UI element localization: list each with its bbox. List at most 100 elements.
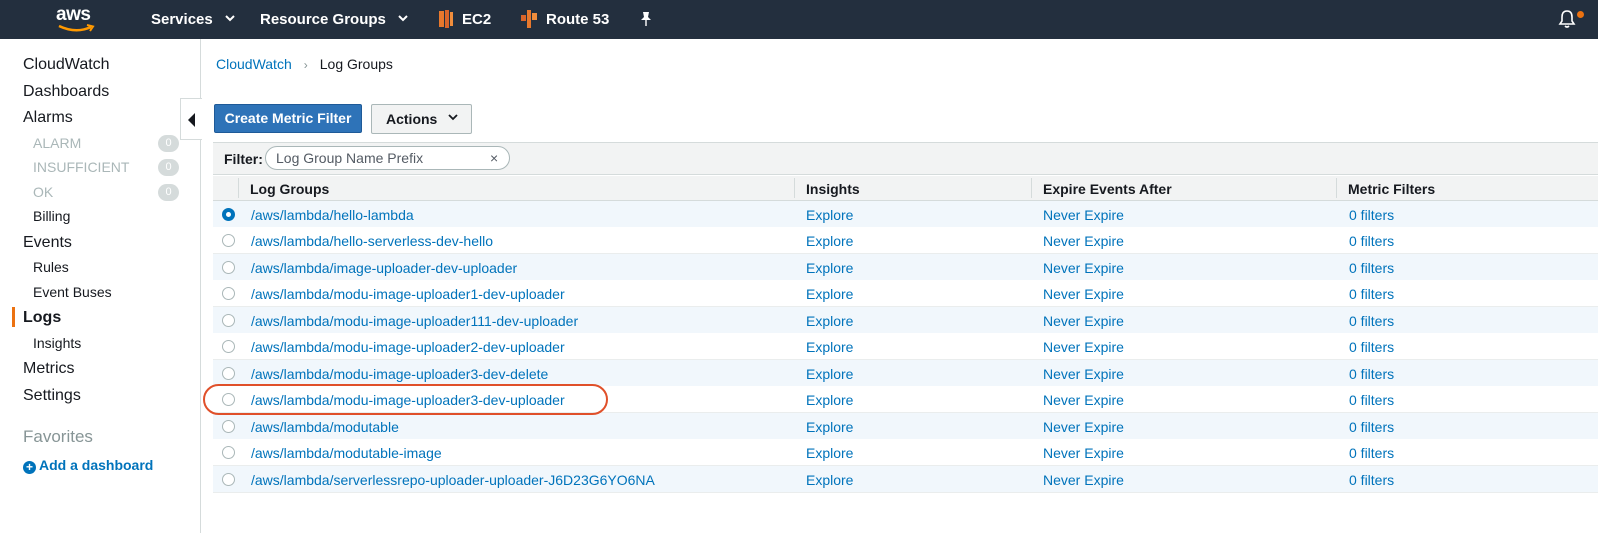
- insights-explore-link[interactable]: Explore: [806, 366, 853, 382]
- row-radio-button[interactable]: [222, 446, 235, 459]
- insights-explore-link[interactable]: Explore: [806, 392, 853, 408]
- row-radio-button[interactable]: [222, 261, 235, 274]
- log-group-name-link[interactable]: /aws/lambda/modu-image-uploader1-dev-upl…: [251, 286, 565, 302]
- expire-events-link[interactable]: Never Expire: [1043, 286, 1124, 302]
- sidebar-item-dashboards[interactable]: Dashboards: [23, 83, 109, 101]
- notifications-bell-icon[interactable]: [1558, 9, 1576, 29]
- row-radio-button[interactable]: [222, 340, 235, 353]
- insights-explore-link[interactable]: Explore: [806, 445, 853, 461]
- metric-filters-link[interactable]: 0 filters: [1349, 472, 1394, 488]
- expire-events-link[interactable]: Never Expire: [1043, 392, 1124, 408]
- expire-events-link[interactable]: Never Expire: [1043, 207, 1124, 223]
- sidebar-item-metrics[interactable]: Metrics: [23, 360, 75, 378]
- row-radio-button[interactable]: [222, 314, 235, 327]
- row-radio-button[interactable]: [222, 234, 235, 247]
- sidebar-item-billing[interactable]: Billing: [33, 208, 70, 224]
- ec2-shortcut[interactable]: EC2: [462, 11, 491, 28]
- table-row[interactable]: /aws/lambda/hello-lambda Explore Never Exp…: [213, 201, 1598, 228]
- log-group-name-link[interactable]: /aws/lambda/image-uploader-dev-uploader: [251, 260, 517, 276]
- sidebar-item-events[interactable]: Events: [23, 234, 72, 252]
- metric-filters-link[interactable]: 0 filters: [1349, 339, 1394, 355]
- log-group-name-link[interactable]: /aws/lambda/modutable-image: [251, 445, 442, 461]
- table-row[interactable]: /aws/lambda/image-uploader-dev-uploader E…: [213, 254, 1598, 281]
- table-row[interactable]: /aws/lambda/modu-image-uploader2-dev-upl…: [213, 333, 1598, 360]
- insights-explore-link[interactable]: Explore: [806, 260, 853, 276]
- table-row[interactable]: /aws/lambda/modu-image-uploader3-dev-del…: [213, 360, 1598, 387]
- log-group-name-link[interactable]: /aws/lambda/serverlessrepo-uploader-uplo…: [251, 472, 655, 488]
- table-row[interactable]: /aws/lambda/hello-serverless-dev-hello Ex…: [213, 227, 1598, 254]
- breadcrumb-cloudwatch-link[interactable]: CloudWatch: [216, 56, 292, 72]
- insights-explore-link[interactable]: Explore: [806, 286, 853, 302]
- column-header-expire-events-after[interactable]: Expire Events After: [1043, 181, 1172, 197]
- add-dashboard-link[interactable]: + Add a dashboard: [23, 457, 153, 474]
- table-row[interactable]: /aws/lambda/modutable Explore Never Expire…: [213, 413, 1598, 440]
- table-row[interactable]: /aws/lambda/modutable-image Explore Never …: [213, 439, 1598, 466]
- log-group-name-link[interactable]: /aws/lambda/hello-lambda: [251, 207, 414, 223]
- insights-explore-link[interactable]: Explore: [806, 313, 853, 329]
- log-group-name-link[interactable]: /aws/lambda/modu-image-uploader3-dev-upl…: [251, 392, 565, 408]
- services-label: Services: [151, 11, 213, 28]
- metric-filters-link[interactable]: 0 filters: [1349, 313, 1394, 329]
- metric-filters-link[interactable]: 0 filters: [1349, 286, 1394, 302]
- resource-groups-menu[interactable]: Resource Groups: [260, 11, 408, 28]
- route53-shortcut[interactable]: Route 53: [546, 11, 609, 28]
- sidebar-item-settings[interactable]: Settings: [23, 387, 81, 405]
- table-row[interactable]: /aws/lambda/modu-image-uploader111-dev-u…: [213, 307, 1598, 334]
- insights-explore-link[interactable]: Explore: [806, 207, 853, 223]
- sidebar-item-event-buses[interactable]: Event Buses: [33, 284, 112, 300]
- create-metric-filter-button[interactable]: Create Metric Filter: [214, 104, 362, 133]
- table-row[interactable]: /aws/lambda/modu-image-uploader1-dev-upl…: [213, 280, 1598, 307]
- insights-explore-link[interactable]: Explore: [806, 233, 853, 249]
- expire-events-link[interactable]: Never Expire: [1043, 260, 1124, 276]
- sidebar-item-insights[interactable]: Insights: [33, 335, 81, 351]
- sidebar-item-ok-state[interactable]: OK: [33, 184, 53, 200]
- expire-events-link[interactable]: Never Expire: [1043, 339, 1124, 355]
- insights-explore-link[interactable]: Explore: [806, 419, 853, 435]
- table-row[interactable]: /aws/lambda/modu-image-uploader3-dev-upl…: [213, 386, 1598, 413]
- row-radio-button[interactable]: [222, 367, 235, 380]
- log-group-name-link[interactable]: /aws/lambda/modutable: [251, 419, 399, 435]
- row-radio-button[interactable]: [222, 420, 235, 433]
- row-radio-button[interactable]: [222, 473, 235, 486]
- insights-explore-link[interactable]: Explore: [806, 472, 853, 488]
- metric-filters-link[interactable]: 0 filters: [1349, 366, 1394, 382]
- row-radio-button[interactable]: [222, 287, 235, 300]
- aws-logo[interactable]: aws: [56, 4, 100, 34]
- column-header-metric-filters[interactable]: Metric Filters: [1348, 181, 1435, 197]
- metric-filters-link[interactable]: 0 filters: [1349, 445, 1394, 461]
- log-group-name-link[interactable]: /aws/lambda/modu-image-uploader111-dev-u…: [251, 313, 578, 329]
- notification-dot: [1577, 11, 1584, 18]
- clear-filter-icon[interactable]: ×: [490, 150, 498, 166]
- metric-filters-link[interactable]: 0 filters: [1349, 419, 1394, 435]
- log-group-name-link[interactable]: /aws/lambda/modu-image-uploader2-dev-upl…: [251, 339, 565, 355]
- sidebar-item-alarms[interactable]: Alarms: [23, 109, 73, 127]
- sidebar-item-alarm-state[interactable]: ALARM: [33, 135, 81, 151]
- metric-filters-link[interactable]: 0 filters: [1349, 260, 1394, 276]
- services-menu[interactable]: Services: [151, 11, 235, 28]
- sidebar-item-rules[interactable]: Rules: [33, 259, 69, 275]
- expire-events-link[interactable]: Never Expire: [1043, 445, 1124, 461]
- column-header-log-groups[interactable]: Log Groups: [250, 181, 329, 197]
- pin-icon[interactable]: [639, 11, 653, 27]
- expire-events-link[interactable]: Never Expire: [1043, 313, 1124, 329]
- log-group-prefix-input[interactable]: [265, 146, 510, 170]
- collapse-sidebar-button[interactable]: [180, 98, 202, 140]
- table-row[interactable]: /aws/lambda/serverlessrepo-uploader-uplo…: [213, 466, 1598, 493]
- sidebar-item-insufficient-state[interactable]: INSUFFICIENT: [33, 159, 129, 175]
- metric-filters-link[interactable]: 0 filters: [1349, 207, 1394, 223]
- metric-filters-link[interactable]: 0 filters: [1349, 233, 1394, 249]
- row-radio-button[interactable]: [222, 393, 235, 406]
- metric-filters-link[interactable]: 0 filters: [1349, 392, 1394, 408]
- expire-events-link[interactable]: Never Expire: [1043, 472, 1124, 488]
- log-group-name-link[interactable]: /aws/lambda/modu-image-uploader3-dev-del…: [251, 366, 548, 382]
- actions-dropdown-button[interactable]: Actions: [371, 104, 472, 134]
- sidebar-item-logs[interactable]: Logs: [23, 309, 61, 327]
- expire-events-link[interactable]: Never Expire: [1043, 419, 1124, 435]
- expire-events-link[interactable]: Never Expire: [1043, 366, 1124, 382]
- row-radio-button[interactable]: [222, 208, 235, 221]
- sidebar-item-cloudwatch[interactable]: CloudWatch: [23, 56, 110, 74]
- column-header-insights[interactable]: Insights: [806, 181, 860, 197]
- insights-explore-link[interactable]: Explore: [806, 339, 853, 355]
- log-group-name-link[interactable]: /aws/lambda/hello-serverless-dev-hello: [251, 233, 493, 249]
- expire-events-link[interactable]: Never Expire: [1043, 233, 1124, 249]
